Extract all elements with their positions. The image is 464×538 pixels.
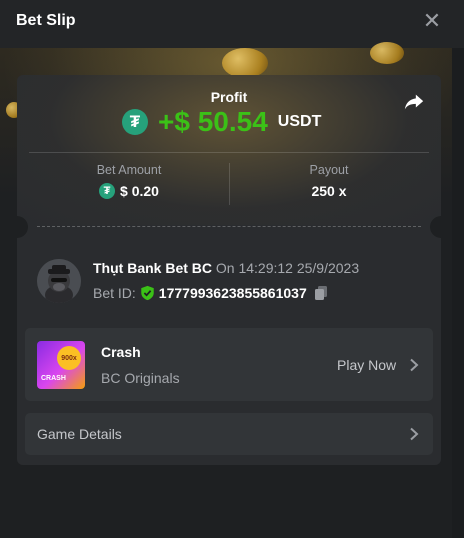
thumbnail-label: CRASH	[41, 375, 66, 382]
copy-icon[interactable]	[313, 285, 329, 301]
profit-currency: USDT	[277, 113, 322, 130]
coin-decoration	[222, 48, 268, 78]
crash-game-thumbnail: 900x CRASH	[37, 341, 85, 389]
player-line: Thụt Bank Bet BC On 14:29:12 25/9/2023	[93, 260, 359, 276]
avatar[interactable]	[37, 259, 81, 303]
bet-id-label: Bet ID:	[93, 285, 136, 301]
tether-icon: ₮	[99, 183, 116, 199]
gorilla-avatar-icon	[37, 259, 81, 303]
shield-check-icon	[141, 285, 154, 301]
bet-amount-row: ₮ $ 0.20	[29, 183, 229, 199]
page-title: Bet Slip	[16, 12, 76, 29]
payout-value: 250 x	[311, 183, 347, 199]
dashed-separator	[37, 226, 421, 227]
player-name[interactable]: Thụt Bank Bet BC	[93, 260, 212, 276]
play-now-link[interactable]: Play Now	[337, 357, 396, 373]
game-details-row[interactable]: Game Details	[25, 413, 433, 455]
bet-amount-value: $ 0.20	[120, 183, 159, 199]
profit-row: ₮ +$ 50.54 USDT	[122, 105, 321, 139]
bet-id-value: 1777993623855861037	[158, 285, 307, 301]
bet-amount-stat: Bet Amount ₮ $ 0.20	[29, 163, 229, 199]
game-row[interactable]: 900x CRASH Crash BC Originals Play Now	[25, 328, 433, 401]
thumbnail-badge: 900x	[57, 346, 81, 370]
close-icon[interactable]: ✕	[420, 9, 444, 33]
tether-icon: ₮	[122, 109, 148, 135]
bet-id-line: Bet ID: 1777993623855861037	[93, 285, 329, 301]
game-name: Crash	[101, 344, 141, 360]
coin-decoration	[370, 42, 404, 64]
bet-amount-label: Bet Amount	[96, 163, 162, 177]
chevron-right-icon	[410, 427, 419, 441]
side-strip	[452, 48, 464, 538]
payout-stat: Payout 250 x	[229, 163, 429, 199]
divider	[29, 152, 429, 153]
ticket-notch	[430, 216, 441, 238]
bet-slip-card: Profit ₮ +$ 50.54 USDT Bet Amount ₮ $ 0.…	[17, 75, 441, 465]
chevron-right-icon	[410, 358, 419, 372]
bet-time: On 14:29:12 25/9/2023	[215, 260, 360, 276]
game-details-label: Game Details	[37, 426, 122, 442]
bet-slip-header: Bet Slip ✕	[0, 0, 464, 48]
profit-label: Profit	[210, 89, 248, 105]
game-provider: BC Originals	[101, 370, 180, 386]
profit-panel: Profit ₮ +$ 50.54 USDT Bet Amount ₮ $ 0.…	[17, 75, 441, 225]
share-icon[interactable]	[403, 91, 425, 113]
profit-value: +$ 50.54	[158, 106, 268, 137]
payout-label: Payout	[309, 163, 349, 177]
